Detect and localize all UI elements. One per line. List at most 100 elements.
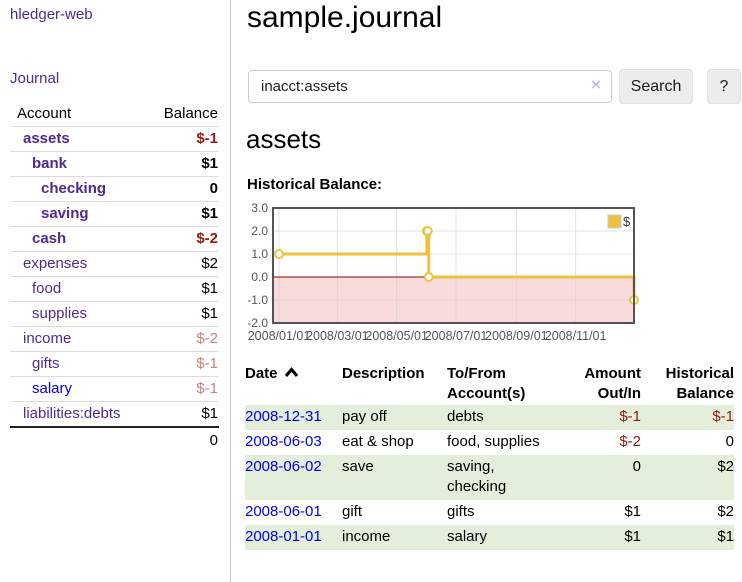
transaction-balance: $2 — [641, 500, 734, 525]
page-title: sample.journal — [247, 1, 442, 35]
account-balance: $1 — [144, 277, 219, 302]
search-input[interactable] — [248, 70, 612, 103]
accounts-header-row: Account Balance — [10, 102, 219, 127]
account-link[interactable]: cash — [32, 230, 66, 247]
transaction-date-link[interactable]: 2008-06-02 — [245, 458, 322, 475]
account-row: saving $1 — [10, 202, 219, 227]
account-link[interactable]: bank — [32, 155, 67, 172]
account-row: assets $-1 — [10, 127, 219, 152]
account-balance: $1 — [144, 302, 219, 327]
account-balance: $1 — [144, 202, 219, 227]
legend-swatch — [608, 215, 621, 228]
accounts-header-balance: Balance — [144, 102, 219, 127]
account-link[interactable]: salary — [32, 380, 72, 397]
account-balance: $-2 — [144, 227, 219, 252]
account-row: checking 0 — [10, 177, 219, 202]
register-header-date[interactable]: Date — [245, 362, 342, 405]
account-balance: 0 — [144, 177, 219, 202]
register-row: 2008-06-01 giftgifts$1$2 — [245, 500, 734, 525]
transaction-date-link[interactable]: 2008-12-31 — [245, 408, 322, 425]
register-row: 2008-12-31pay offdebts$-1$-1 — [245, 405, 734, 430]
legend-label: $ — [623, 214, 631, 229]
transaction-accounts: debts — [447, 405, 582, 430]
account-link[interactable]: checking — [41, 180, 106, 197]
account-balance: $-2 — [144, 327, 219, 352]
account-link[interactable]: saving — [41, 205, 89, 222]
data-point-marker — [424, 227, 432, 235]
transaction-description: save — [342, 455, 447, 500]
sidebar: hledger-web Journal Account Balance asse… — [0, 0, 231, 582]
transaction-date-link[interactable]: 2008-06-01 — [245, 503, 322, 520]
historical-balance-chart: $3.0 2.0 1.0 0.0 -1.0 -2.02008/01/012008/03/0… — [241, 200, 641, 348]
accounts-table: Account Balance assets $-1 bank $1 checking 0… — [10, 102, 219, 453]
account-link[interactable]: supplies — [32, 305, 87, 322]
x-axis-label: 2008/05/01 — [365, 329, 428, 343]
transaction-amount: $1 — [582, 500, 641, 525]
transaction-accounts: food, supplies — [447, 430, 582, 455]
data-point-marker — [275, 250, 283, 258]
transaction-balance: $-1 — [641, 405, 734, 430]
account-balance: $1 — [144, 402, 219, 428]
sidebar-item-journal[interactable]: Journal — [10, 70, 59, 87]
account-balance: $-1 — [144, 377, 219, 402]
account-row: liabilities:debts $1 — [10, 402, 219, 428]
account-balance: $-1 — [144, 127, 219, 152]
register-header-row: DateDescriptionTo/FromAccount(s)AmountOu… — [245, 362, 734, 405]
account-link[interactable]: liabilities:debts — [23, 405, 121, 422]
account-balance: $1 — [144, 152, 219, 177]
transaction-date-link[interactable]: 2008-01-01 — [245, 528, 322, 545]
transaction-amount: $-1 — [582, 405, 641, 430]
y-axis-label: -2.0 — [247, 316, 268, 330]
transaction-balance: 0 — [641, 430, 734, 455]
sort-asc-icon — [284, 367, 299, 378]
register-row: 2008-06-03eat & shopfood, supplies$-20 — [245, 430, 734, 455]
account-link[interactable]: food — [32, 280, 61, 297]
account-link[interactable]: assets — [23, 130, 70, 147]
accounts-total-balance: 0 — [144, 427, 219, 453]
x-axis-label: 2008/11/01 — [545, 329, 607, 343]
transaction-accounts: saving, checking — [447, 455, 582, 500]
y-axis-label: 1.0 — [251, 247, 268, 261]
x-axis-label: 2008/07/01 — [425, 329, 488, 343]
hledger-web-app: hledger-web Journal Account Balance asse… — [0, 0, 742, 582]
y-axis-label: 2.0 — [251, 224, 268, 238]
register-header-description: Description — [342, 362, 447, 405]
x-axis-label: 2008/03/01 — [306, 329, 369, 343]
x-axis-label: 2008/01/01 — [248, 329, 311, 343]
account-row: gifts $-1 — [10, 352, 219, 377]
transaction-accounts: gifts — [447, 500, 582, 525]
account-balance: $-1 — [144, 352, 219, 377]
chart-label: Historical Balance: — [247, 176, 382, 193]
register-table: DateDescriptionTo/FromAccount(s)AmountOu… — [245, 362, 734, 550]
search-button[interactable]: Search — [619, 69, 693, 104]
account-link[interactable]: gifts — [32, 355, 60, 372]
y-axis-label: 3.0 — [251, 201, 268, 215]
account-balance: $2 — [144, 252, 219, 277]
account-row: cash $-2 — [10, 227, 219, 252]
account-row: salary $-1 — [10, 377, 219, 402]
accounts-header-account: Account — [10, 102, 144, 127]
transaction-description: gift — [342, 500, 447, 525]
account-link[interactable]: income — [23, 330, 71, 347]
x-axis-label: 2008/09/01 — [485, 329, 548, 343]
transaction-balance: $1 — [641, 525, 734, 550]
account-row: food $1 — [10, 277, 219, 302]
clear-search-icon[interactable]: × — [591, 76, 601, 93]
account-row: supplies $1 — [10, 302, 219, 327]
transaction-description: income — [342, 525, 447, 550]
account-link[interactable]: expenses — [23, 255, 87, 272]
register-header-to-from: To/FromAccount(s) — [447, 362, 582, 405]
account-row: bank $1 — [10, 152, 219, 177]
transaction-description: eat & shop — [342, 430, 447, 455]
register-row: 2008-01-01incomesalary$1$1 — [245, 525, 734, 550]
register-row: 2008-06-02savesaving, checking0$2 — [245, 455, 734, 500]
y-axis-label: 0.0 — [251, 270, 268, 284]
transaction-balance: $2 — [641, 455, 734, 500]
y-axis-label: -1.0 — [247, 293, 268, 307]
register-header-amount: AmountOut/In — [582, 362, 641, 405]
transaction-amount: $1 — [582, 525, 641, 550]
help-button[interactable]: ? — [707, 69, 741, 104]
transaction-date-link[interactable]: 2008-06-03 — [245, 433, 322, 450]
accounts-total-row: 0 — [10, 427, 219, 453]
brand-link[interactable]: hledger-web — [10, 6, 93, 23]
